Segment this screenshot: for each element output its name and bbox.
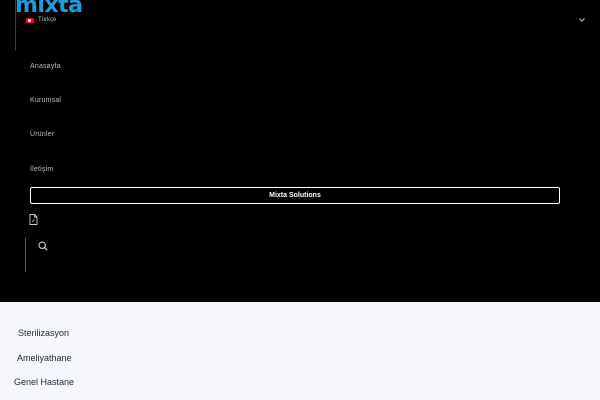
document-icon[interactable] xyxy=(29,214,38,225)
mixta-solutions-button[interactable]: Mixta Solutions xyxy=(30,187,560,204)
category-ameliyathane[interactable]: Ameliyathane xyxy=(17,353,72,363)
menu-item-anasayfa[interactable]: Anasayfa xyxy=(30,63,61,70)
mixta-logo[interactable]: mixta xyxy=(15,0,83,17)
turkey-flag-icon xyxy=(26,17,34,23)
menu-item-kurumsal[interactable]: Kurumsal xyxy=(30,97,61,104)
category-genel-hastane[interactable]: Genel Hastane xyxy=(14,377,74,387)
navigation-panel: mixta Türkçe Anasayfa Kurumsal Ürünler İ… xyxy=(0,0,600,302)
menu-item-urunler[interactable]: Ürünler xyxy=(30,131,54,138)
language-label: Türkçe xyxy=(38,17,57,23)
menu-item-iletisim[interactable]: İletişim xyxy=(30,166,53,173)
divider-line xyxy=(25,238,26,272)
chevron-down-icon[interactable] xyxy=(578,16,586,24)
language-switcher[interactable]: Türkçe xyxy=(26,17,56,23)
category-sterilizasyon[interactable]: Sterilizasyon xyxy=(18,328,69,338)
search-icon[interactable] xyxy=(38,241,48,251)
